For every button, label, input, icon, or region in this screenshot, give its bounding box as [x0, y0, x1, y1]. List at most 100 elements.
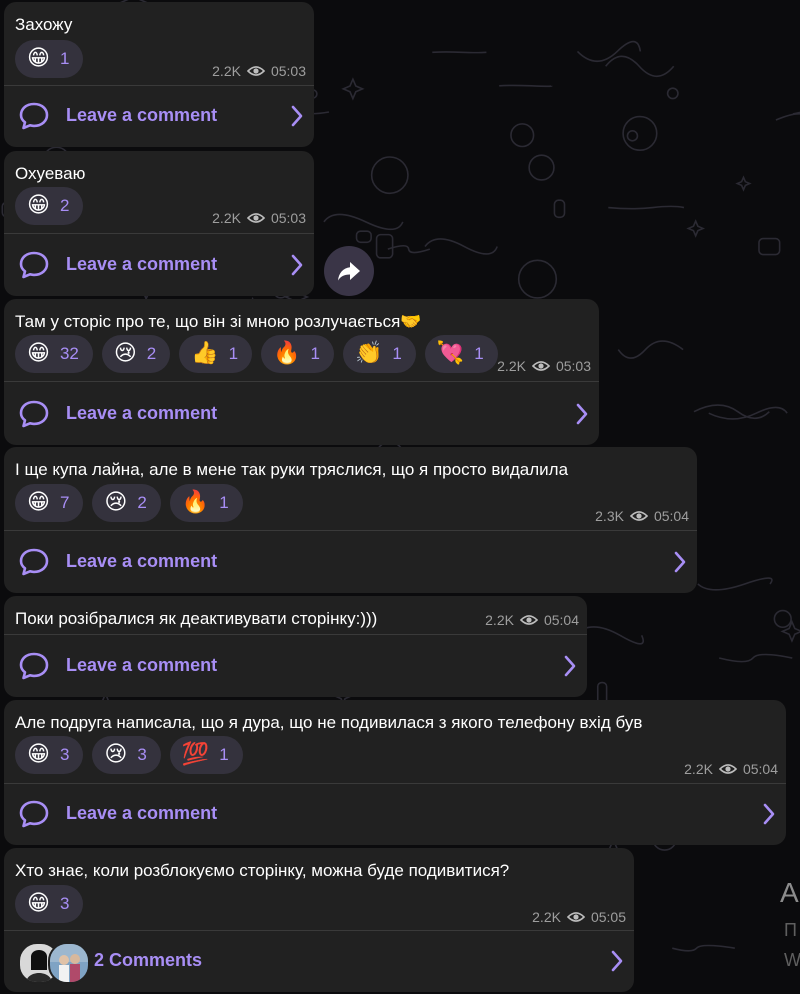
share-button[interactable]: [324, 246, 374, 296]
reaction-list: 😁 1: [15, 40, 84, 78]
reaction-button[interactable]: 😢 2: [101, 335, 171, 373]
reaction-button[interactable]: 😁 3: [15, 885, 84, 923]
reaction-count: 2: [59, 196, 70, 215]
reaction-button[interactable]: 💘 1: [424, 335, 498, 373]
comments-button[interactable]: 2 Comments: [4, 930, 634, 992]
grinning-emoji-icon: 😁: [27, 341, 50, 366]
reaction-button[interactable]: 🔥 1: [261, 335, 335, 373]
message-text: Охуеваю: [15, 164, 86, 183]
reaction-count: 1: [219, 745, 229, 764]
comment-label: Leave a comment: [66, 254, 218, 274]
reaction-list: 😁 2: [15, 187, 84, 225]
view-count: 2.2K: [212, 63, 241, 79]
reaction-button[interactable]: 😁 7: [15, 484, 84, 522]
doodle-shape: [375, 233, 394, 259]
leave-comment-button[interactable]: Leave a comment: [4, 85, 314, 147]
chevron-right-icon: [576, 403, 588, 425]
chevron-right-icon: [291, 105, 303, 127]
doodle-shape: [666, 87, 679, 100]
clapping-emoji-icon: 👏: [355, 341, 383, 366]
grinning-emoji-icon: 😁: [27, 490, 50, 515]
reaction-list: 😁 3: [15, 885, 84, 923]
eye-icon: [246, 66, 265, 76]
comment-bubble-icon: [19, 251, 49, 279]
doodle-shape: [626, 130, 639, 142]
view-count: 2.3K: [595, 508, 624, 524]
message-time: 05:04: [543, 612, 579, 628]
message-meta: 2.3K 05:04: [595, 508, 689, 524]
side-panel-initial: A: [780, 877, 799, 908]
message-bubble: Захожу 😁 1 2.2K 05:03 Leave a comment: [4, 2, 314, 147]
message-text: Там у сторіс про те, що він зі мною розл…: [15, 312, 422, 331]
view-count: 2.2K: [684, 761, 713, 777]
doodle-shape: [355, 230, 372, 244]
leave-comment-button[interactable]: Leave a comment: [4, 635, 587, 697]
reaction-button[interactable]: 😁 2: [15, 187, 84, 225]
commenter-avatars: [18, 942, 90, 984]
comment-count-label: 2 Comments: [94, 950, 203, 970]
chevron-right-icon: [674, 551, 686, 573]
fire-emoji-icon: 🔥: [273, 341, 301, 366]
grinning-emoji-icon: 😁: [27, 46, 50, 71]
chevron-right-icon: [763, 803, 775, 825]
doodle-shape: [387, 244, 431, 254]
doodle-shape: [775, 113, 800, 121]
reaction-button[interactable]: 👏 1: [343, 335, 416, 373]
view-count: 2.2K: [497, 358, 526, 374]
reaction-count: 1: [474, 344, 484, 363]
comment-label: Leave a comment: [66, 803, 218, 823]
comment-bubble-icon: [19, 548, 49, 576]
leave-comment-button[interactable]: Leave a comment: [4, 383, 599, 445]
doodle-shape: [510, 123, 535, 148]
chevron-right-icon: [564, 655, 576, 677]
eye-icon: [519, 615, 538, 625]
reaction-count: 2: [146, 344, 157, 363]
grinning-emoji-icon: 😁: [27, 891, 50, 916]
reaction-button[interactable]: 🔥 1: [169, 484, 243, 522]
message-bubble: Охуеваю 😁 2 2.2K 05:03 Leave a comment: [4, 151, 314, 296]
eye-icon: [246, 213, 265, 223]
doodle-shape: [697, 577, 773, 591]
comment-bubble-icon: [19, 652, 49, 680]
reaction-button[interactable]: 💯 1: [169, 736, 243, 774]
message-time: 05:04: [742, 761, 778, 777]
message-time: 05:03: [270, 210, 306, 226]
message-bubble: Там у сторіс про те, що він зі мною розл…: [4, 299, 599, 445]
leave-comment-button[interactable]: Leave a comment: [4, 783, 786, 845]
eye-icon: [566, 912, 585, 922]
message-bubble: Хто знає, коли розблокуємо сторінку, мож…: [4, 848, 634, 992]
doodle-shape: [758, 237, 781, 256]
message-text: Захожу: [15, 15, 73, 34]
reaction-count: 1: [59, 49, 70, 68]
message-text: Але подруга написала, що я дура, що не п…: [15, 713, 643, 732]
crying-emoji-icon: 😢: [113, 341, 137, 366]
reaction-button[interactable]: 😁 1: [15, 40, 84, 78]
reaction-list: 😁 32 😢 2 👍 1 🔥 1 👏 1 💘 1: [15, 335, 498, 373]
reaction-count: 3: [59, 745, 70, 764]
message-time: 05:03: [270, 63, 306, 79]
doodle-shape: [432, 51, 487, 54]
reaction-list: 😁 7 😢 2 🔥 1: [15, 484, 243, 522]
reaction-count: 3: [137, 745, 147, 764]
message-meta: 2.2K 05:04: [485, 612, 579, 628]
comment-bubble-icon: [19, 400, 49, 428]
view-count: 2.2K: [485, 612, 514, 628]
message-text: Поки розібралися як деактивувати сторінк…: [15, 609, 378, 628]
doodle-shape: [617, 340, 684, 359]
reaction-button[interactable]: 😢 2: [92, 484, 161, 522]
reaction-button[interactable]: 👍 1: [179, 335, 253, 373]
reaction-button[interactable]: 😁 3: [15, 736, 84, 774]
side-panel-text: П: [784, 920, 797, 940]
crying-emoji-icon: 😢: [104, 490, 128, 515]
doodle-shape: [517, 259, 558, 299]
reaction-button[interactable]: 😁 32: [15, 335, 93, 373]
leave-comment-button[interactable]: Leave a comment: [4, 531, 697, 593]
divider: [4, 381, 599, 382]
doodle-shape: [341, 77, 365, 101]
reaction-count: 7: [59, 493, 70, 512]
message-time: 05:05: [590, 909, 626, 925]
leave-comment-button[interactable]: Leave a comment: [4, 234, 314, 296]
reaction-count: 1: [228, 344, 239, 363]
reaction-button[interactable]: 😢 3: [92, 736, 161, 774]
grinning-emoji-icon: 😁: [27, 193, 50, 218]
